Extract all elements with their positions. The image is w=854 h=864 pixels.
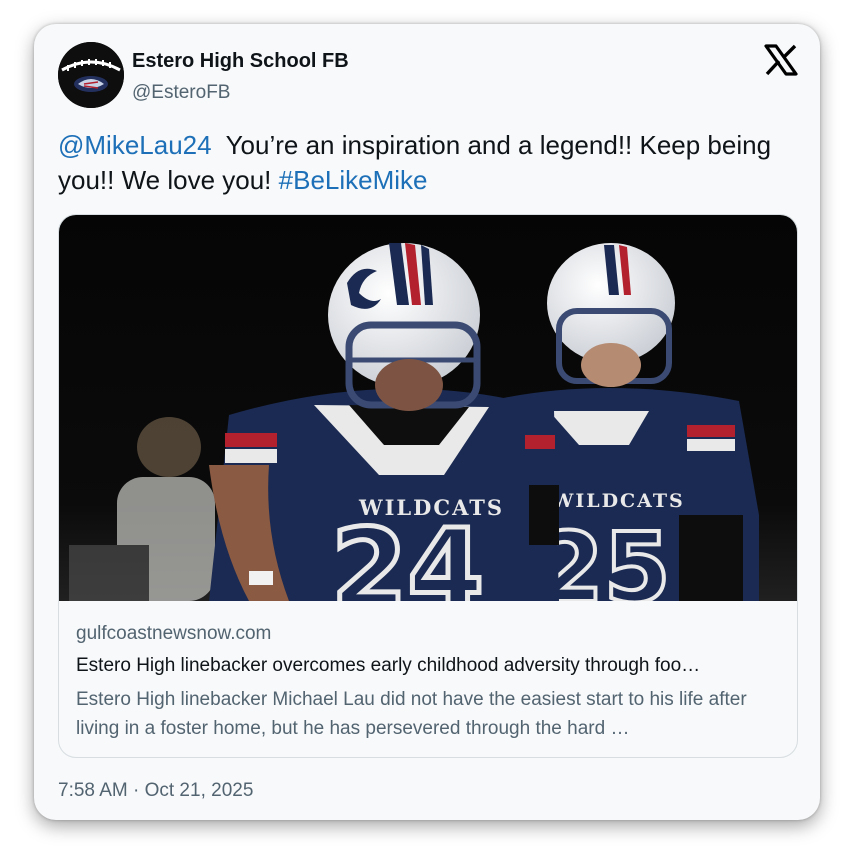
avatar[interactable]: [58, 42, 124, 108]
hashtag-link[interactable]: #BeLikeMike: [279, 165, 428, 195]
mention-link[interactable]: @MikeLau24: [58, 130, 212, 160]
tweet-timestamp[interactable]: 7:58 AM · Oct 21, 2025: [58, 780, 253, 802]
article-thumbnail-image[interactable]: WILDCATS 25 WILDCATS 24: [59, 215, 797, 601]
tweet-card: Estero High School FB @EsteroFB @MikeLau…: [34, 24, 820, 820]
link-preview-card[interactable]: WILDCATS 25 WILDCATS 24 gulfcoastnewsnow…: [58, 214, 798, 758]
account-name[interactable]: Estero High School FB: [132, 50, 349, 73]
wildcat-logo-icon: [58, 42, 124, 108]
jersey-number-left: 24: [331, 505, 484, 601]
account-handle[interactable]: @EsteroFB: [132, 82, 230, 104]
link-title[interactable]: Estero High linebacker overcomes early c…: [76, 655, 780, 677]
link-description: Estero High linebacker Michael Lau did n…: [76, 689, 747, 739]
jersey-text-right: WILDCATS: [551, 490, 685, 512]
tweet-text: @MikeLau24 You’re an inspiration and a l…: [58, 128, 778, 198]
link-domain[interactable]: gulfcoastnewsnow.com: [76, 623, 271, 645]
x-logo-icon[interactable]: [764, 44, 798, 76]
